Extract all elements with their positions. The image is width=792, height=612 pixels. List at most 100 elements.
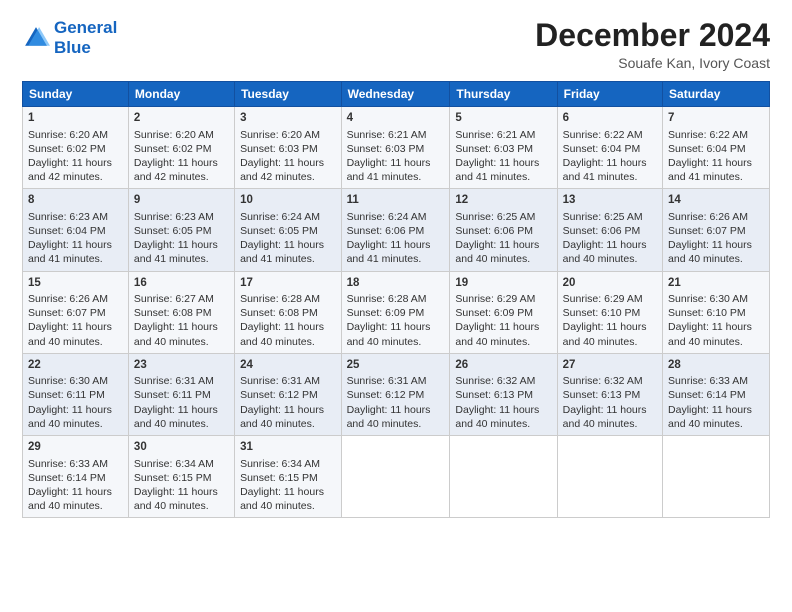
sunrise-text: Sunrise: 6:27 AM	[134, 293, 214, 305]
day-number: 13	[563, 193, 657, 209]
daylight-text: Daylight: 11 hours and 42 minutes.	[28, 157, 112, 183]
calendar-cell: 18Sunrise: 6:28 AMSunset: 6:09 PMDayligh…	[341, 271, 450, 353]
sunrise-text: Sunrise: 6:21 AM	[455, 129, 535, 141]
calendar-cell: 2Sunrise: 6:20 AMSunset: 6:02 PMDaylight…	[128, 107, 234, 189]
header-cell-tuesday: Tuesday	[235, 82, 341, 107]
calendar-cell: 19Sunrise: 6:29 AMSunset: 6:09 PMDayligh…	[450, 271, 557, 353]
header-cell-wednesday: Wednesday	[341, 82, 450, 107]
sunrise-text: Sunrise: 6:29 AM	[455, 293, 535, 305]
calendar-week-row: 29Sunrise: 6:33 AMSunset: 6:14 PMDayligh…	[23, 436, 770, 518]
day-number: 17	[240, 276, 335, 292]
calendar-cell	[450, 436, 557, 518]
sunrise-text: Sunrise: 6:33 AM	[668, 375, 748, 387]
sunrise-text: Sunrise: 6:22 AM	[563, 129, 643, 141]
daylight-text: Daylight: 11 hours and 40 minutes.	[668, 321, 752, 347]
daylight-text: Daylight: 11 hours and 41 minutes.	[28, 239, 112, 265]
sunrise-text: Sunrise: 6:29 AM	[563, 293, 643, 305]
calendar-week-row: 22Sunrise: 6:30 AMSunset: 6:11 PMDayligh…	[23, 353, 770, 435]
page-container: General Blue December 2024 Souafe Kan, I…	[0, 0, 792, 528]
day-number: 27	[563, 358, 657, 374]
header: General Blue December 2024 Souafe Kan, I…	[22, 18, 770, 71]
calendar-cell: 31Sunrise: 6:34 AMSunset: 6:15 PMDayligh…	[235, 436, 341, 518]
sunset-text: Sunset: 6:03 PM	[347, 143, 425, 155]
sunrise-text: Sunrise: 6:23 AM	[134, 211, 214, 223]
sunrise-text: Sunrise: 6:22 AM	[668, 129, 748, 141]
sunset-text: Sunset: 6:06 PM	[455, 225, 533, 237]
daylight-text: Daylight: 11 hours and 40 minutes.	[240, 404, 324, 430]
day-number: 28	[668, 358, 764, 374]
day-number: 3	[240, 111, 335, 127]
sunset-text: Sunset: 6:03 PM	[240, 143, 318, 155]
sunset-text: Sunset: 6:13 PM	[563, 389, 641, 401]
sunrise-text: Sunrise: 6:20 AM	[28, 129, 108, 141]
sunrise-text: Sunrise: 6:30 AM	[28, 375, 108, 387]
daylight-text: Daylight: 11 hours and 41 minutes.	[563, 157, 647, 183]
day-number: 12	[455, 193, 551, 209]
sunrise-text: Sunrise: 6:28 AM	[347, 293, 427, 305]
sunset-text: Sunset: 6:07 PM	[668, 225, 746, 237]
day-number: 30	[134, 440, 229, 456]
daylight-text: Daylight: 11 hours and 40 minutes.	[134, 321, 218, 347]
calendar-week-row: 8 Sunrise: 6:23 AM Sunset: 6:04 PM Daylight…	[23, 189, 770, 271]
sunrise-text: Sunrise: 6:20 AM	[134, 129, 214, 141]
header-cell-monday: Monday	[128, 82, 234, 107]
daylight-text: Daylight: 11 hours and 40 minutes.	[28, 404, 112, 430]
sunset-text: Sunset: 6:13 PM	[455, 389, 533, 401]
calendar-cell: 16Sunrise: 6:27 AMSunset: 6:08 PMDayligh…	[128, 271, 234, 353]
sunset-text: Sunset: 6:12 PM	[347, 389, 425, 401]
calendar-cell: 1 Sunrise: 6:20 AM Sunset: 6:02 PM Daylight…	[23, 107, 129, 189]
sunset-text: Sunset: 6:06 PM	[347, 225, 425, 237]
daylight-text: Daylight: 11 hours and 40 minutes.	[134, 486, 218, 512]
sunset-text: Sunset: 6:04 PM	[563, 143, 641, 155]
calendar-cell	[341, 436, 450, 518]
day-number: 26	[455, 358, 551, 374]
sunset-text: Sunset: 6:03 PM	[455, 143, 533, 155]
sunrise-text: Sunrise: 6:34 AM	[134, 458, 214, 470]
calendar-cell: 11Sunrise: 6:24 AMSunset: 6:06 PMDayligh…	[341, 189, 450, 271]
daylight-text: Daylight: 11 hours and 40 minutes.	[240, 486, 324, 512]
logo-icon	[22, 24, 50, 52]
calendar-cell: 12Sunrise: 6:25 AMSunset: 6:06 PMDayligh…	[450, 189, 557, 271]
logo: General Blue	[22, 18, 117, 59]
daylight-text: Daylight: 11 hours and 41 minutes.	[347, 239, 431, 265]
day-number: 4	[347, 111, 445, 127]
sunset-text: Sunset: 6:14 PM	[668, 389, 746, 401]
sunset-text: Sunset: 6:02 PM	[28, 143, 106, 155]
sunrise-text: Sunrise: 6:28 AM	[240, 293, 320, 305]
sunset-text: Sunset: 6:15 PM	[240, 472, 318, 484]
calendar-cell: 6Sunrise: 6:22 AMSunset: 6:04 PMDaylight…	[557, 107, 662, 189]
daylight-text: Daylight: 11 hours and 40 minutes.	[668, 239, 752, 265]
day-number: 8	[28, 193, 123, 209]
day-number: 24	[240, 358, 335, 374]
calendar-cell: 15Sunrise: 6:26 AMSunset: 6:07 PMDayligh…	[23, 271, 129, 353]
daylight-text: Daylight: 11 hours and 40 minutes.	[347, 321, 431, 347]
calendar-header-row: SundayMondayTuesdayWednesdayThursdayFrid…	[23, 82, 770, 107]
calendar-week-row: 15Sunrise: 6:26 AMSunset: 6:07 PMDayligh…	[23, 271, 770, 353]
day-number: 20	[563, 276, 657, 292]
calendar-cell: 24Sunrise: 6:31 AMSunset: 6:12 PMDayligh…	[235, 353, 341, 435]
daylight-text: Daylight: 11 hours and 40 minutes.	[455, 239, 539, 265]
calendar-cell: 8Sunrise: 6:23 AMSunset: 6:04 PMDaylight…	[23, 189, 129, 271]
day-number: 23	[134, 358, 229, 374]
day-number: 1	[28, 111, 123, 127]
daylight-text: Daylight: 11 hours and 40 minutes.	[563, 404, 647, 430]
day-number: 14	[668, 193, 764, 209]
sunset-text: Sunset: 6:08 PM	[240, 307, 318, 319]
daylight-text: Daylight: 11 hours and 40 minutes.	[28, 321, 112, 347]
calendar-cell	[663, 436, 770, 518]
sunrise-text: Sunrise: 6:33 AM	[28, 458, 108, 470]
daylight-text: Daylight: 11 hours and 40 minutes.	[563, 321, 647, 347]
sunset-text: Sunset: 6:10 PM	[668, 307, 746, 319]
sunset-text: Sunset: 6:09 PM	[455, 307, 533, 319]
day-number: 16	[134, 276, 229, 292]
day-number: 2	[134, 111, 229, 127]
sunrise-text: Sunrise: 6:26 AM	[28, 293, 108, 305]
day-number: 15	[28, 276, 123, 292]
daylight-text: Daylight: 11 hours and 42 minutes.	[240, 157, 324, 183]
daylight-text: Daylight: 11 hours and 40 minutes.	[455, 404, 539, 430]
sunset-text: Sunset: 6:04 PM	[28, 225, 106, 237]
daylight-text: Daylight: 11 hours and 41 minutes.	[240, 239, 324, 265]
sunrise-text: Sunrise: 6:26 AM	[668, 211, 748, 223]
day-number: 19	[455, 276, 551, 292]
header-cell-sunday: Sunday	[23, 82, 129, 107]
